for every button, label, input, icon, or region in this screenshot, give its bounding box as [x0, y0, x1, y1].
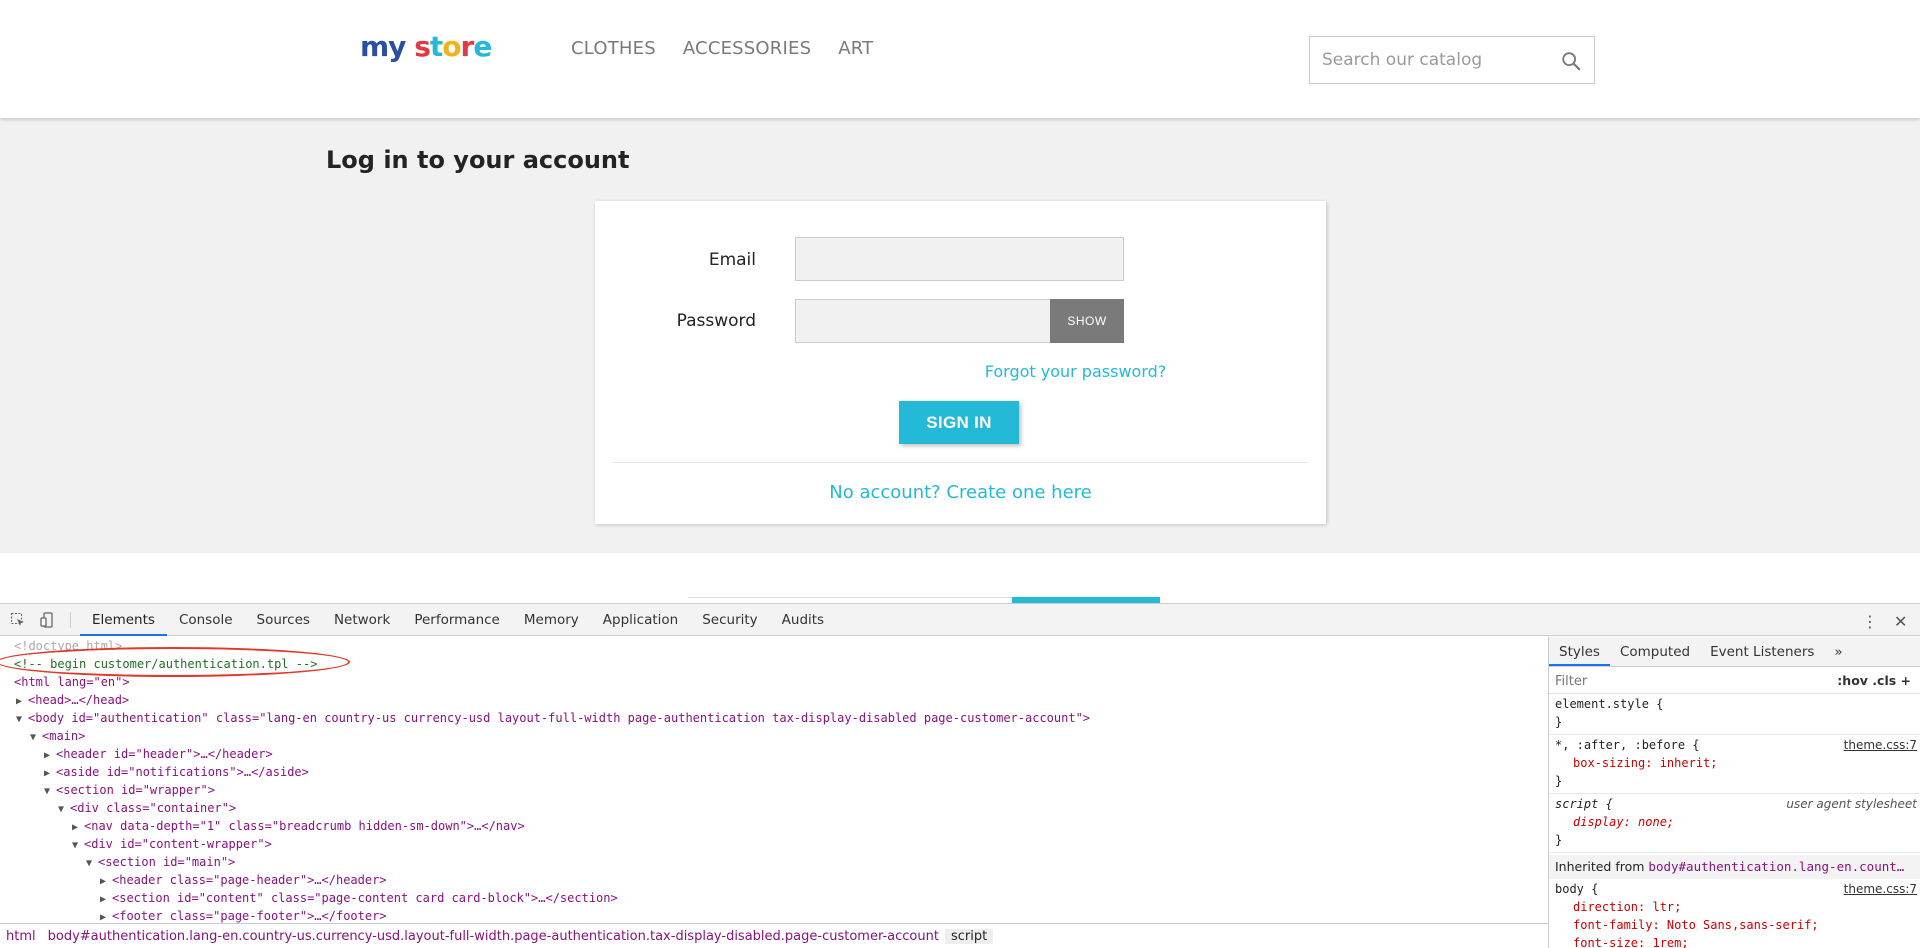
rule-source-link[interactable]: theme.css:7 — [1844, 880, 1917, 898]
highlight-annotation — [0, 647, 350, 677]
body-rule[interactable]: body { theme.css:7 direction: ltr; font-… — [1549, 880, 1920, 948]
dom-line[interactable]: ▶ <header class="page-header">…</header> — [100, 871, 387, 889]
inherited-from-header: Inherited from body#authentication.lang-… — [1549, 855, 1920, 879]
search-icon[interactable] — [1560, 50, 1582, 72]
styles-filter-row: :hov .cls + — [1549, 668, 1920, 694]
universal-rule[interactable]: *, :after, :before { theme.css:7 box-siz… — [1549, 736, 1920, 794]
tab-styles[interactable]: Styles — [1549, 637, 1610, 666]
tab-elements[interactable]: Elements — [80, 604, 167, 636]
breadcrumb-item-script[interactable]: script — [944, 929, 994, 944]
nav-item-clothes[interactable]: CLOTHES — [571, 38, 656, 59]
inspect-element-icon[interactable] — [10, 612, 26, 628]
search-box — [1309, 36, 1595, 84]
forgot-password-row: Forgot your password? — [595, 362, 1326, 381]
show-password-button[interactable]: SHOW — [1050, 299, 1124, 343]
dom-line[interactable]: ▶ <footer class="page-footer">…</footer> — [100, 907, 387, 923]
divider — [613, 462, 1308, 463]
breadcrumb-item-html[interactable]: html — [0, 929, 42, 944]
password-label: Password — [676, 311, 756, 331]
devtools-tabs: Elements Console Sources Network Perform… — [80, 604, 836, 636]
devtools-tabbar: Elements Console Sources Network Perform… — [0, 604, 1920, 636]
dom-line[interactable]: ▼ <section id="wrapper"> — [44, 781, 215, 799]
email-label: Email — [708, 250, 756, 270]
dom-line[interactable]: ▶ <section id="content" class="page-conte… — [100, 889, 618, 907]
create-account-link[interactable]: No account? Create one here — [829, 482, 1092, 503]
password-field[interactable] — [795, 299, 1050, 343]
styles-pane: Styles Computed Event Listeners » :hov .… — [1548, 637, 1920, 948]
search-input[interactable] — [1310, 37, 1550, 83]
inherited-element-link[interactable]: body#authentication.lang-en.count… — [1648, 859, 1904, 874]
login-card: Email Password SHOW Forgot your password… — [595, 201, 1326, 524]
dom-tree: <!doctype html> <!-- begin customer/auth… — [0, 637, 1548, 923]
store-logo[interactable]: my store — [360, 30, 492, 63]
dom-line[interactable]: ▶ <header id="header">…</header> — [44, 745, 273, 763]
create-account-row: No account? Create one here — [595, 482, 1326, 503]
styles-filter-input[interactable] — [1555, 671, 1785, 691]
breadcrumb-item-body[interactable]: body#authentication.lang-en.country-us.c… — [42, 929, 945, 944]
sign-in-button[interactable]: SIGN IN — [899, 401, 1019, 444]
filter-options[interactable]: :hov .cls + — [1837, 673, 1911, 688]
tab-security[interactable]: Security — [690, 604, 769, 636]
tab-event-listeners[interactable]: Event Listeners — [1700, 637, 1824, 666]
script-rule[interactable]: script { user agent stylesheet display: … — [1549, 795, 1920, 853]
dom-line[interactable]: ▶ <nav data-depth="1" class="breadcrumb h… — [72, 817, 525, 835]
dom-line[interactable]: ▼ <div id="content-wrapper"> — [72, 835, 272, 853]
page-title: Log in to your account — [326, 146, 630, 174]
more-tabs-icon[interactable]: » — [1824, 637, 1852, 666]
tab-network[interactable]: Network — [322, 604, 402, 636]
dom-line[interactable]: ▼ <div class="container"> — [58, 799, 236, 817]
close-icon[interactable]: ✕ — [1894, 612, 1907, 631]
tab-application[interactable]: Application — [591, 604, 690, 636]
nav-item-art[interactable]: ART — [838, 38, 873, 59]
tab-sources[interactable]: Sources — [245, 604, 322, 636]
dom-breadcrumb: html body#authentication.lang-en.country-… — [0, 923, 1548, 948]
main-nav: CLOTHES ACCESSORIES ART — [571, 38, 873, 59]
tab-audits[interactable]: Audits — [770, 604, 836, 636]
element-style-rule[interactable]: element.style { } — [1549, 695, 1920, 735]
more-options-icon[interactable]: ⋮ — [1862, 612, 1878, 631]
dom-line[interactable]: ▶ <aside id="notifications">…</aside> — [44, 763, 309, 781]
footer-area — [0, 553, 1920, 603]
dom-line[interactable]: ▼ <main> — [30, 727, 85, 745]
rule-source-label: user agent stylesheet — [1786, 797, 1917, 811]
tab-performance[interactable]: Performance — [402, 604, 512, 636]
dom-line[interactable]: ▼ <body id="authentication" class="lang-e… — [16, 709, 1090, 727]
email-field[interactable] — [795, 237, 1124, 281]
nav-item-accessories[interactable]: ACCESSORIES — [683, 38, 811, 59]
styles-tabs: Styles Computed Event Listeners » — [1549, 637, 1920, 667]
dom-line[interactable]: ▼ <section id="main"> — [86, 853, 235, 871]
tab-console[interactable]: Console — [167, 604, 245, 636]
dom-line[interactable]: ▶ <head>…</head> — [16, 691, 129, 709]
tab-computed[interactable]: Computed — [1610, 637, 1700, 666]
store-header: my store CLOTHES ACCESSORIES ART — [0, 0, 1920, 118]
toolbar-separator — [70, 612, 71, 628]
device-toolbar-icon[interactable] — [40, 612, 56, 628]
tab-memory[interactable]: Memory — [512, 604, 591, 636]
rule-source-link[interactable]: theme.css:7 — [1844, 736, 1917, 754]
forgot-password-link[interactable]: Forgot your password? — [985, 362, 1167, 381]
